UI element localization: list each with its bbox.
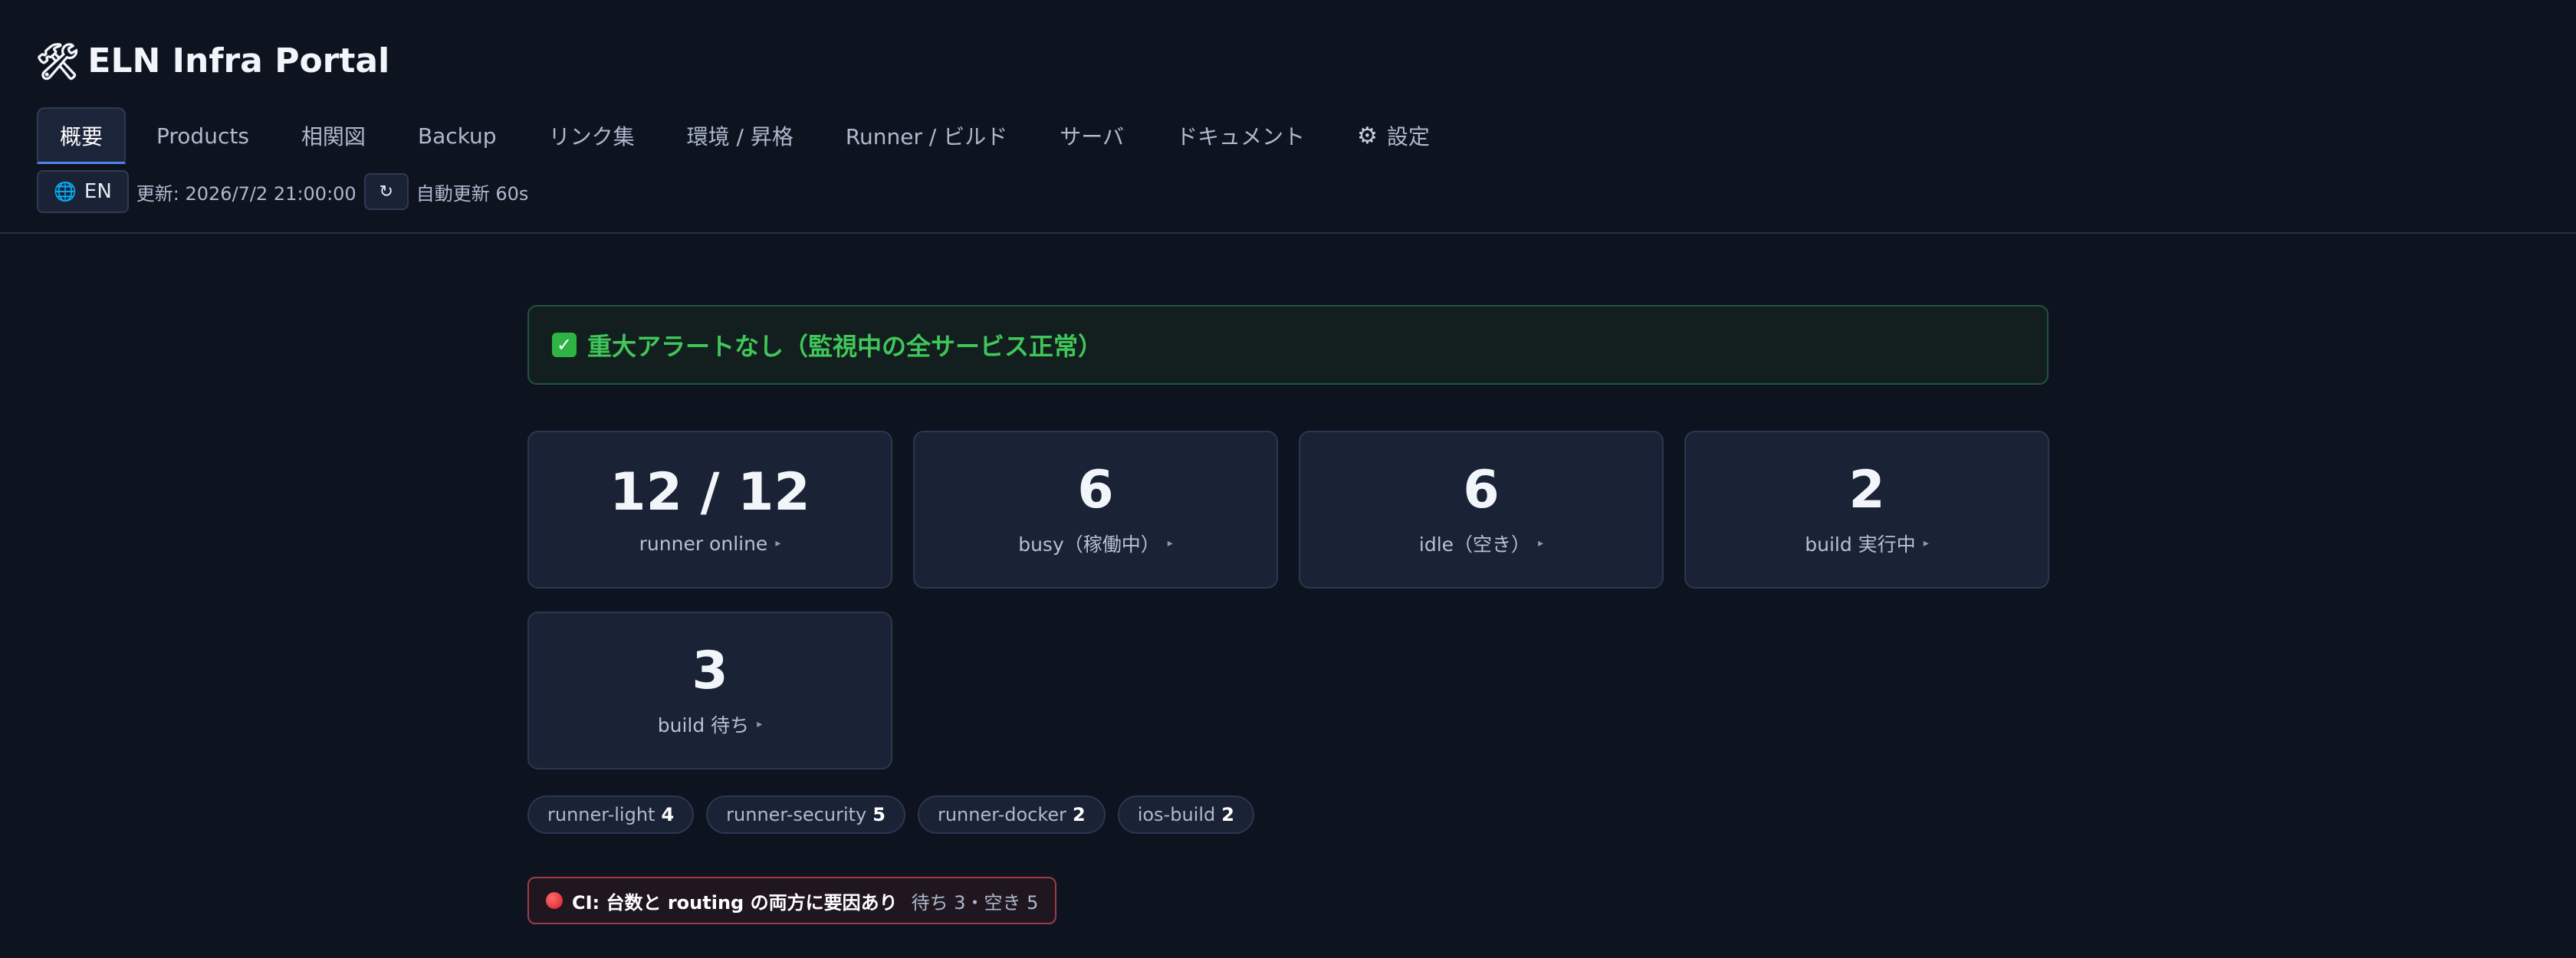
status-bar: 🌐 EN 更新: 2026/7/2 21:00:00 ↻ 自動更新 60s [37, 170, 528, 213]
tab-label: 相関図 [301, 124, 366, 149]
ci-status-detail: 待ち 3・空き 5 [911, 891, 1039, 914]
stat-card-build-running[interactable]: 2 build 実行中 ▸ [1684, 431, 2049, 589]
tab-links[interactable]: リンク集 [527, 107, 656, 164]
tab-label: 設定 [1386, 124, 1430, 149]
tab-correlation[interactable]: 相関図 [280, 107, 387, 164]
language-label: EN [84, 180, 112, 203]
stat-label-text: build 実行中 [1805, 533, 1916, 556]
stat-value: 6 [1077, 459, 1114, 520]
chip-runner-security[interactable]: runner-security 5 [706, 796, 905, 834]
tab-label: ドキュメント [1176, 124, 1306, 149]
refresh-button[interactable]: ↻ [363, 173, 409, 210]
chip-runner-light[interactable]: runner-light 4 [527, 796, 695, 834]
alert-banner: ✓ 重大アラートなし（監視中の全サービス正常） [527, 305, 2049, 385]
ci-status-title: CI: 台数と routing の両方に要因あり [572, 891, 898, 914]
stat-value: 6 [1463, 459, 1500, 520]
tab-label: 概要 [60, 123, 104, 149]
triangle-right-icon: ▸ [757, 718, 763, 731]
stat-label-text: idle（空き） [1418, 533, 1531, 556]
triangle-right-icon: ▸ [1923, 537, 1929, 550]
chip-ios-build[interactable]: ios-build 2 [1117, 796, 1254, 834]
header: 🛠 ELN Infra Portal 概要 Products 相関図 Backu… [0, 0, 2576, 234]
language-toggle-button[interactable]: 🌐 EN [37, 170, 129, 213]
hammer-wrench-icon: 🛠 [35, 40, 80, 82]
triangle-right-icon: ▸ [775, 537, 781, 550]
tab-label: リンク集 [548, 124, 635, 149]
refresh-icon: ↻ [379, 182, 393, 202]
tab-runner-build[interactable]: Runner / ビルド [824, 107, 1029, 164]
chip-count: 5 [872, 804, 886, 825]
last-updated-text: 更新: 2026/7/2 21:00:00 [136, 182, 356, 205]
tab-environments[interactable]: 環境 / 昇格 [665, 107, 815, 164]
ci-status-badge[interactable]: CI: 台数と routing の両方に要因あり 待ち 3・空き 5 [527, 877, 1057, 924]
tab-products[interactable]: Products [135, 107, 271, 164]
check-icon: ✓ [552, 333, 577, 357]
tab-label: サーバ [1060, 124, 1124, 149]
stat-card-busy[interactable]: 6 busy（稼働中） ▸ [913, 431, 1278, 589]
stat-card-idle[interactable]: 6 idle（空き） ▸ [1299, 431, 1664, 589]
tab-label: Products [156, 123, 249, 149]
stat-label: idle（空き） ▸ [1419, 530, 1543, 557]
chip-runner-docker[interactable]: runner-docker 2 [917, 796, 1106, 834]
stat-label: busy（稼働中） ▸ [1018, 530, 1173, 557]
chip-name: runner-security [726, 804, 867, 825]
app-title-text: ELN Infra Portal [87, 41, 390, 80]
stat-label: runner online ▸ [639, 533, 781, 555]
chip-count: 2 [1073, 804, 1086, 825]
chip-name: runner-docker [937, 804, 1066, 825]
gear-icon: ⚙ [1357, 122, 1378, 149]
main-nav: 概要 Products 相関図 Backup リンク集 環境 / 昇格 Runn… [37, 107, 1460, 164]
tab-overview[interactable]: 概要 [37, 107, 127, 164]
chip-name: runner-light [547, 804, 656, 825]
triangle-right-icon: ▸ [1538, 537, 1544, 550]
tab-label: Backup [417, 123, 497, 149]
stat-label-text: runner online [639, 532, 768, 555]
stat-card-build-waiting[interactable]: 3 build 待ち ▸ [527, 612, 892, 769]
stat-value: 12 / 12 [610, 462, 810, 523]
stat-label-text: busy（稼働中） [1018, 533, 1160, 556]
stat-label: build 実行中 ▸ [1805, 530, 1928, 557]
tab-label: Runner / ビルド [845, 124, 1008, 149]
chip-count: 4 [661, 804, 675, 825]
tab-servers[interactable]: サーバ [1038, 107, 1145, 164]
red-circle-icon [546, 892, 563, 909]
auto-refresh-text: 自動更新 60s [416, 182, 529, 205]
tab-documents[interactable]: ドキュメント [1155, 107, 1326, 164]
chip-name: ios-build [1137, 804, 1216, 825]
stat-label-text: build 待ち [657, 714, 750, 737]
runner-group-chips: runner-light 4 runner-security 5 runner-… [527, 796, 1254, 834]
tab-backup[interactable]: Backup [396, 107, 518, 164]
triangle-right-icon: ▸ [1167, 537, 1173, 550]
tab-label: 環境 / 昇格 [686, 124, 794, 149]
chip-count: 2 [1221, 804, 1234, 825]
alert-text: 重大アラートなし（監視中の全サービス正常） [587, 332, 1103, 361]
globe-icon: 🌐 [54, 181, 77, 202]
stat-label: build 待ち ▸ [658, 710, 762, 738]
stat-value: 3 [692, 640, 728, 701]
stat-value: 2 [1848, 459, 1885, 520]
stat-card-runner-online[interactable]: 12 / 12 runner online ▸ [527, 431, 892, 589]
tab-settings[interactable]: ⚙ 設定 [1336, 107, 1451, 164]
app-title: 🛠 ELN Infra Portal [35, 41, 389, 80]
